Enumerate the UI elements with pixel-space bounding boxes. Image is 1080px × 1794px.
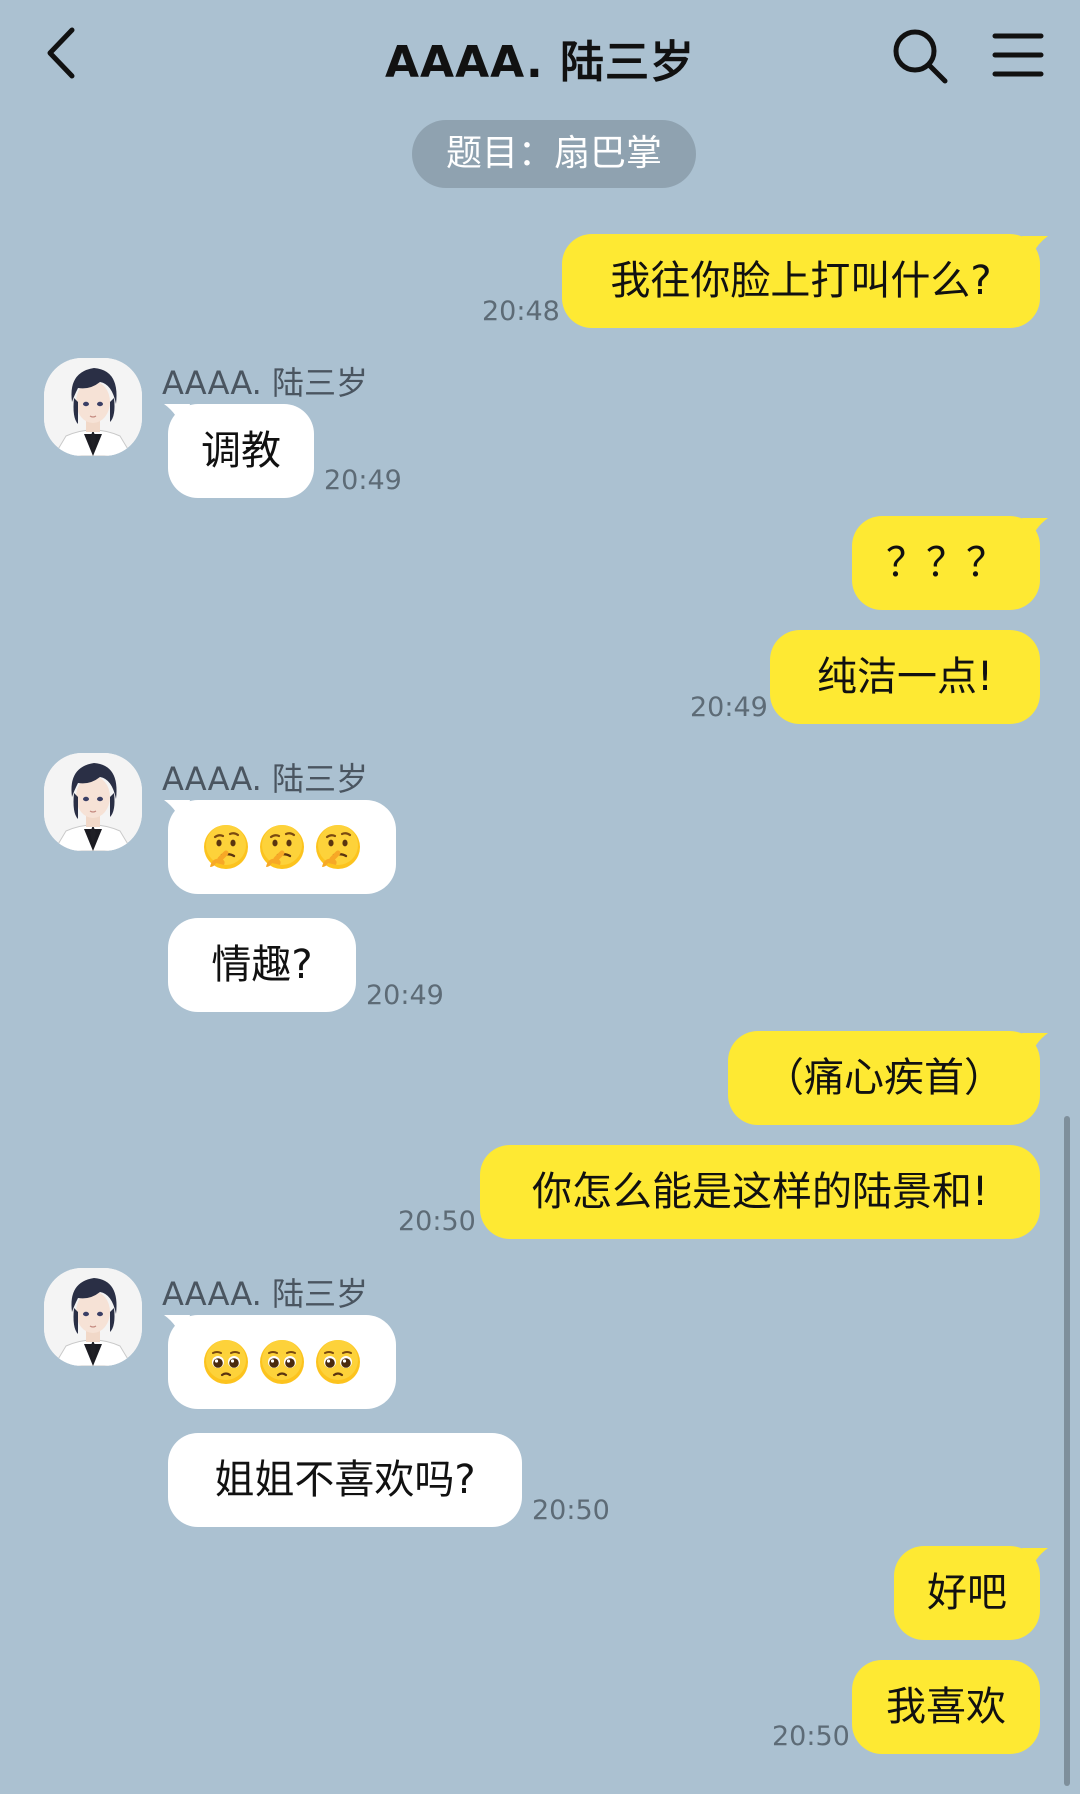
search-button[interactable] — [890, 26, 950, 86]
message-text: （痛心疾首） — [764, 1055, 1004, 1101]
my-message-bubble[interactable]: 纯洁一点! — [770, 630, 1040, 724]
my-message-bubble[interactable]: （痛心疾首） — [728, 1031, 1040, 1125]
message-time: 20:49 — [324, 465, 402, 496]
message-time: 20:49 — [366, 980, 444, 1011]
message-text: 姐姐不喜欢吗? — [214, 1457, 476, 1503]
my-message-bubble[interactable]: ？？？ — [852, 516, 1040, 610]
their-message-bubble[interactable]: 情趣? — [168, 918, 356, 1012]
emoji-group — [202, 1315, 362, 1409]
menu-button[interactable] — [992, 30, 1044, 80]
their-message-bubble[interactable]: 调教 — [168, 404, 314, 498]
message-text: 我喜欢 — [886, 1684, 1006, 1730]
pleading-face-emoji — [258, 1338, 306, 1386]
contact-avatar[interactable] — [44, 753, 142, 851]
scrollbar[interactable] — [1064, 1116, 1070, 1786]
message-time: 20:49 — [690, 692, 768, 723]
avatar-image — [44, 753, 142, 851]
message-text: 调教 — [201, 428, 281, 474]
message-text: 情趣? — [211, 942, 313, 988]
message-time: 20:50 — [532, 1495, 610, 1526]
message-time: 20:50 — [772, 1721, 850, 1752]
hamburger-menu-icon — [992, 33, 1044, 77]
emoji-group — [202, 800, 362, 894]
chat-header: AAAA. 陆三岁 — [0, 0, 1080, 110]
bubble-tail — [1022, 1548, 1048, 1574]
avatar-image — [44, 358, 142, 456]
their-emoji-bubble[interactable] — [168, 800, 396, 894]
my-message-bubble[interactable]: 好吧 — [894, 1546, 1040, 1640]
avatar-image — [44, 1268, 142, 1366]
message-text: ？？？ — [886, 540, 1006, 586]
my-message-bubble[interactable]: 我往你脸上打叫什么? — [562, 234, 1040, 328]
sender-name: AAAA. 陆三岁 — [162, 1275, 369, 1313]
message-time: 20:48 — [482, 296, 560, 327]
message-text: 纯洁一点! — [816, 654, 994, 700]
search-icon — [893, 29, 948, 84]
message-text: 你怎么能是这样的陆景和! — [531, 1169, 989, 1215]
thinking-face-emoji — [314, 823, 362, 871]
message-text: 我往你脸上打叫什么? — [610, 258, 992, 304]
pleading-face-emoji — [202, 1338, 250, 1386]
thinking-face-emoji — [202, 823, 250, 871]
message-time: 20:50 — [398, 1206, 476, 1237]
thinking-face-emoji — [258, 823, 306, 871]
bubble-tail — [1022, 236, 1048, 262]
their-emoji-bubble[interactable] — [168, 1315, 396, 1409]
sender-name: AAAA. 陆三岁 — [162, 760, 369, 798]
contact-avatar[interactable] — [44, 1268, 142, 1366]
sender-name: AAAA. 陆三岁 — [162, 364, 369, 402]
topic-pill: 题目：扇巴掌 — [412, 120, 696, 188]
pleading-face-emoji — [314, 1338, 362, 1386]
my-message-bubble[interactable]: 你怎么能是这样的陆景和! — [480, 1145, 1040, 1239]
contact-avatar[interactable] — [44, 358, 142, 456]
bubble-tail — [1022, 518, 1048, 544]
their-message-bubble[interactable]: 姐姐不喜欢吗? — [168, 1433, 522, 1527]
message-text: 好吧 — [927, 1570, 1007, 1616]
my-message-bubble[interactable]: 我喜欢 — [852, 1660, 1040, 1754]
bubble-tail — [1022, 1033, 1048, 1059]
